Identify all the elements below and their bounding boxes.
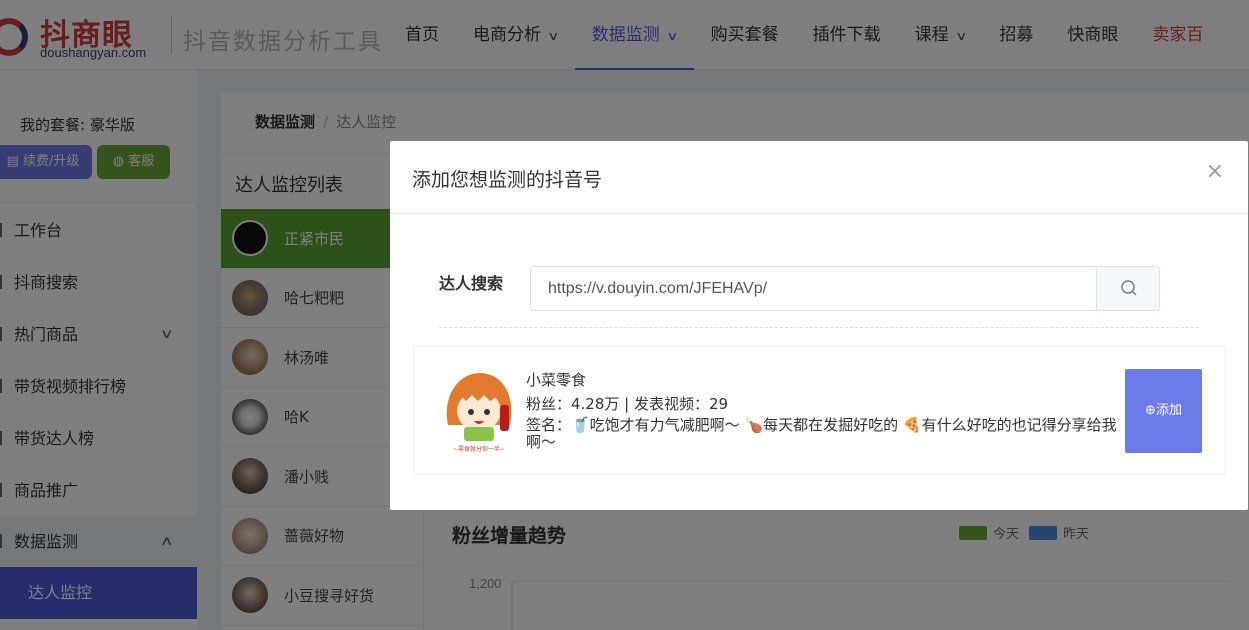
svg-text:~零食就分你一半~: ~零食就分你一半~ [453, 445, 505, 453]
result-avatar: ~零食就分你一半~ [440, 367, 518, 455]
add-account-modal: 添加您想监测的抖音号 × 达人搜索 ~零食就分你一半~ [390, 141, 1248, 510]
divider [439, 327, 1199, 328]
search-input[interactable] [531, 267, 1096, 310]
search-label: 达人搜索 [439, 274, 504, 293]
search-icon [1121, 280, 1137, 296]
close-icon[interactable]: × [1206, 161, 1224, 183]
modal-title: 添加您想监测的抖音号 [412, 169, 603, 191]
search-box [530, 266, 1160, 311]
search-result-card: ~零食就分你一半~ 小菜零食 粉丝：4.28万 | 发表视频：29 签名：🥤吃饱… [413, 346, 1226, 475]
divider [390, 213, 1248, 214]
search-button[interactable] [1096, 267, 1159, 310]
avatar-illustration: ~零食就分你一半~ [446, 373, 512, 453]
result-signature: 签名：🥤吃饱才有力气减肥啊～ 🍗每天都在发掘好吃的 🍕有什么好吃的也记得分享给我… [526, 416, 1117, 451]
add-button[interactable]: ⊕添加 [1125, 369, 1202, 453]
result-stats: 粉丝：4.28万 | 发表视频：29 [526, 395, 729, 413]
result-name: 小菜零食 [526, 371, 587, 389]
